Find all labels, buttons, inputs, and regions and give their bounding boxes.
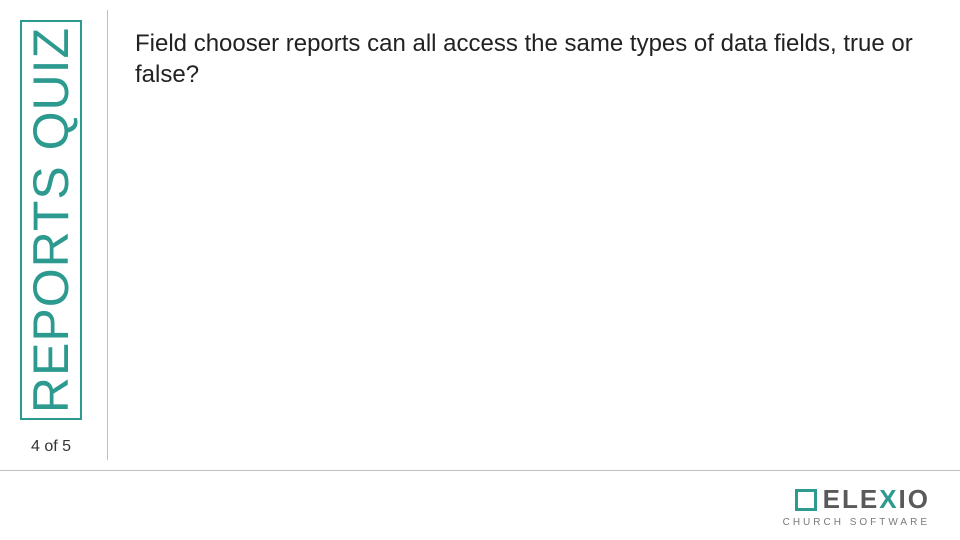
logo-main: ELEXIO: [783, 484, 930, 515]
sidebar-title-box: REPORTS QUIZ: [20, 20, 82, 420]
slide: REPORTS QUIZ 4 of 5 Field chooser report…: [0, 0, 960, 540]
brand-logo: ELEXIO CHURCH SOFTWARE: [783, 484, 930, 528]
sidebar-title: REPORTS QUIZ: [22, 27, 80, 413]
horizontal-divider: [0, 470, 960, 471]
logo-text-highlight: X: [879, 484, 898, 514]
logo-text-pre: ELE: [823, 484, 880, 514]
logo-wordmark: ELEXIO: [823, 484, 930, 515]
logo-mark-icon: [795, 489, 817, 511]
progress-indicator: 4 of 5: [20, 438, 82, 456]
logo-text-post: IO: [899, 484, 930, 514]
question-text: Field chooser reports can all access the…: [135, 28, 930, 90]
logo-subtitle: CHURCH SOFTWARE: [783, 517, 930, 528]
vertical-divider: [107, 10, 108, 460]
